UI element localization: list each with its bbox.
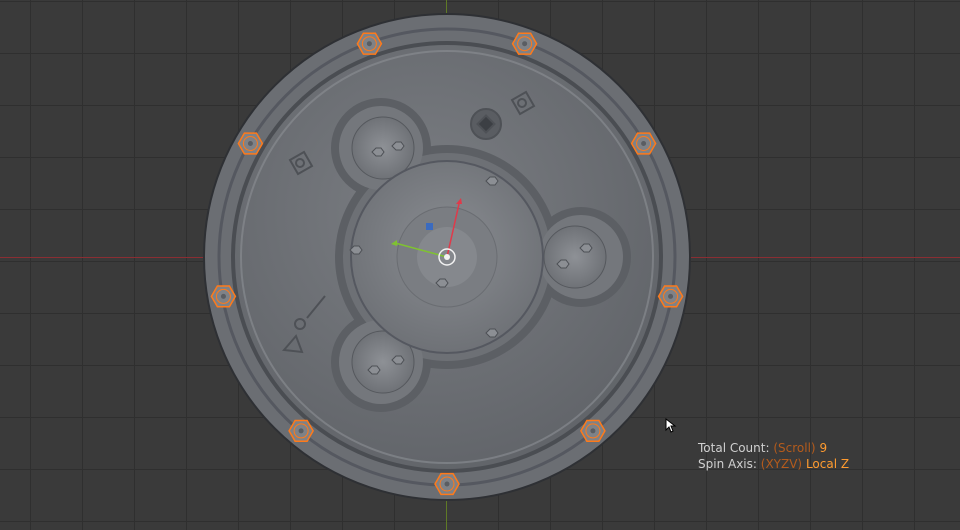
total-count-row: Total Count: (Scroll) 9 — [698, 440, 849, 456]
spin-axis-hint: (XYZV) — [760, 457, 803, 471]
3d-viewport[interactable]: Total Count: (Scroll) 9 Spin Axis: (XYZV… — [0, 0, 960, 530]
total-count-hint: (Scroll) — [773, 441, 816, 455]
boss-right — [543, 225, 607, 289]
flange-bolt[interactable] — [511, 32, 538, 55]
flange-bolt[interactable] — [288, 419, 314, 443]
spin-axis-value: Local Z — [805, 457, 850, 471]
flange-bolt[interactable] — [580, 419, 606, 443]
mouse-cursor-icon — [665, 418, 677, 433]
flange-bolt[interactable] — [630, 132, 657, 155]
modal-operator-hud: Total Count: (Scroll) 9 Spin Axis: (XYZV… — [698, 440, 849, 472]
boss-top — [351, 116, 415, 180]
total-count-value: 9 — [819, 441, 828, 455]
spin-axis-row: Spin Axis: (XYZV) Local Z — [698, 456, 849, 472]
flange-bolt[interactable] — [210, 285, 237, 308]
flange-bolt[interactable] — [237, 132, 264, 155]
flange-bolt[interactable] — [657, 285, 684, 308]
total-count-label: Total Count: — [698, 441, 770, 455]
spin-axis-label: Spin Axis: — [698, 457, 757, 471]
flange-bolt[interactable] — [356, 32, 383, 55]
flange-bolt[interactable] — [434, 472, 460, 496]
